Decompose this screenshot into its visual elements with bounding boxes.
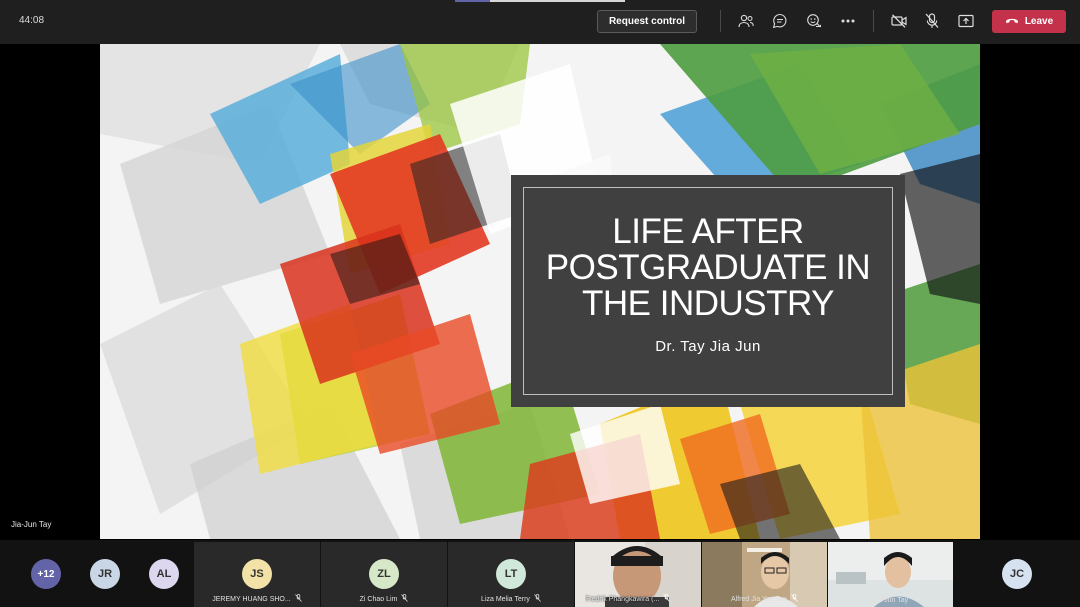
overflow-participants-badge[interactable]: +12 — [31, 559, 61, 589]
participant-name: JEREMY HUANG SHO... — [212, 595, 291, 603]
mic-off-icon — [294, 594, 302, 604]
participant-label: Fredrik Phangkawira (... — [585, 594, 697, 604]
avatar: JS — [242, 559, 272, 589]
avatar[interactable]: AL — [149, 559, 179, 589]
avatar[interactable]: JR — [90, 559, 120, 589]
slide-title-box: LIFE AFTER POSTGRADUATE IN THE INDUSTRY … — [511, 175, 905, 407]
participant-label: JEREMY HUANG SHO... — [198, 594, 316, 604]
participant-video[interactable]: Alfred Jia Yee Tan — [702, 542, 827, 607]
participant-strip: +12 JR AL JS JEREMY HUANG SHO... ZL Zi C… — [0, 540, 1080, 607]
participant-tile[interactable]: LT Liza Melia Terry — [448, 542, 574, 607]
avatar[interactable]: JC — [1002, 559, 1032, 589]
loading-indicator — [455, 0, 625, 2]
mic-off-icon — [534, 594, 541, 604]
leave-label: Leave — [1024, 16, 1054, 27]
meeting-timer: 44:08 — [19, 15, 45, 26]
participant-name: Liza Melia Terry — [481, 595, 530, 603]
participant-tile[interactable]: ZL Zi Chao Lim — [321, 542, 447, 607]
meeting-toolbar: 44:08 Request control Leave — [0, 0, 1080, 44]
camera-off-icon[interactable] — [890, 12, 908, 30]
title-line-1: LIFE AFTER — [612, 212, 804, 251]
chat-icon[interactable] — [771, 12, 789, 30]
request-control-button[interactable]: Request control — [597, 10, 697, 33]
reactions-icon[interactable] — [805, 12, 823, 30]
participant-tile[interactable]: JS JEREMY HUANG SHO... — [194, 542, 320, 607]
participant-label: Jia-Jun Tay — [832, 597, 949, 604]
participant-video[interactable]: Jia-Jun Tay — [828, 542, 953, 607]
toolbar-divider — [873, 10, 874, 32]
participant-name: Zi Chao Lim — [359, 595, 398, 603]
participant-name: Jia-Jun Tay — [872, 597, 909, 604]
avatar: ZL — [369, 559, 399, 589]
slide-title: LIFE AFTER POSTGRADUATE IN THE INDUSTRY — [511, 214, 905, 322]
participant-label: Alfred Jia Yee Tan — [706, 594, 823, 604]
title-line-2: POSTGRADUATE IN — [545, 248, 871, 287]
slide-subtitle: Dr. Tay Jia Jun — [655, 338, 761, 355]
mic-off-icon — [663, 594, 671, 604]
toolbar-divider — [720, 10, 721, 32]
shared-content-stage: LIFE AFTER POSTGRADUATE IN THE INDUSTRY … — [0, 44, 1080, 540]
leave-button[interactable]: Leave — [992, 10, 1066, 33]
participant-label: Liza Melia Terry — [452, 594, 570, 604]
participant-video[interactable]: Fredrik Phangkawira (... — [575, 542, 701, 607]
presenter-name: Jia-Jun Tay — [11, 520, 52, 529]
presentation-slide: LIFE AFTER POSTGRADUATE IN THE INDUSTRY … — [100, 44, 980, 539]
mic-off-icon — [401, 594, 409, 604]
mic-off-icon[interactable] — [923, 12, 941, 30]
mic-off-icon — [791, 594, 798, 604]
participant-name: Alfred Jia Yee Tan — [731, 595, 787, 603]
participant-name: Fredrik Phangkawira (... — [585, 595, 660, 603]
people-icon[interactable] — [737, 12, 755, 30]
share-tray-icon[interactable] — [957, 12, 975, 30]
title-line-3: THE INDUSTRY — [582, 284, 835, 323]
more-icon[interactable] — [839, 12, 857, 30]
participant-label: Zi Chao Lim — [325, 594, 443, 604]
phone-hangup-icon — [1005, 16, 1019, 27]
avatar: LT — [496, 559, 526, 589]
